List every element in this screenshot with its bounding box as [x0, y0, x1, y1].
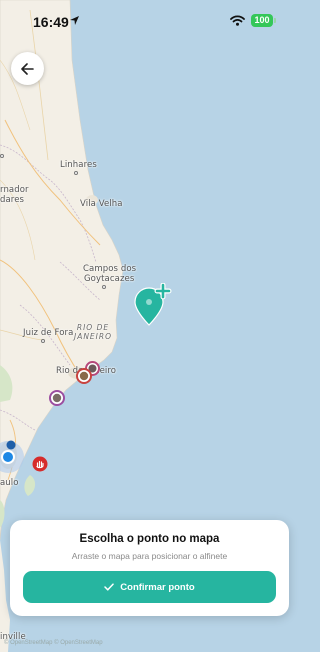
- card-title: Escolha o ponto no mapa: [79, 533, 220, 545]
- status-bar: 16:49 100: [0, 0, 300, 44]
- battery-cap: [274, 18, 276, 23]
- event-marker-photo[interactable]: [49, 390, 65, 406]
- city-dot-campos: [102, 285, 106, 289]
- map-attribution[interactable]: © OpenStreetMap © OpenStreetMap: [4, 640, 103, 646]
- confirm-point-button[interactable]: Confirmar ponto: [23, 571, 276, 603]
- check-icon: [104, 583, 115, 591]
- state-line-1: RIO DE: [76, 323, 110, 332]
- map-label-juiz-de-fora: Juiz de Fora: [23, 328, 74, 338]
- card-subtitle: Arraste o mapa para posicionar o alfinet…: [71, 551, 228, 561]
- battery-icon: 100: [251, 14, 273, 27]
- map-label-governador: rnador: [0, 185, 29, 195]
- map-label-state-rio: RIO DE JANEIRO: [73, 323, 113, 341]
- confirm-point-card: Escolha o ponto no mapa Arraste o mapa p…: [10, 520, 289, 616]
- back-button[interactable]: [11, 52, 44, 85]
- map-label-campos-2: Goytacazes: [84, 274, 135, 284]
- city-dot: [0, 154, 4, 158]
- map-label-vila-velha: Vila Velha: [80, 199, 123, 209]
- map-label-campos-1: Campos dos: [83, 264, 137, 274]
- location-arrow-icon: [70, 16, 79, 25]
- arrow-left-icon: [21, 62, 34, 75]
- location-dot: [6, 437, 16, 450]
- state-line-2: JANEIRO: [73, 332, 113, 341]
- status-time: 16:49: [33, 14, 69, 30]
- event-marker-photo[interactable]: [76, 368, 92, 384]
- map-label-sao-paulo: aulo: [0, 478, 19, 488]
- city-dot-linhares: [74, 171, 78, 175]
- confirm-button-label: Confirmar ponto: [120, 581, 195, 593]
- map-label-linhares: Linhares: [60, 160, 97, 170]
- user-location-icon: [0, 449, 16, 465]
- hand-marker[interactable]: [32, 456, 48, 472]
- map-label-governador-valadares: dares: [0, 195, 25, 205]
- map-pin-add-icon[interactable]: [132, 282, 174, 327]
- wifi-icon: [230, 15, 245, 26]
- city-dot-juiz: [41, 339, 45, 343]
